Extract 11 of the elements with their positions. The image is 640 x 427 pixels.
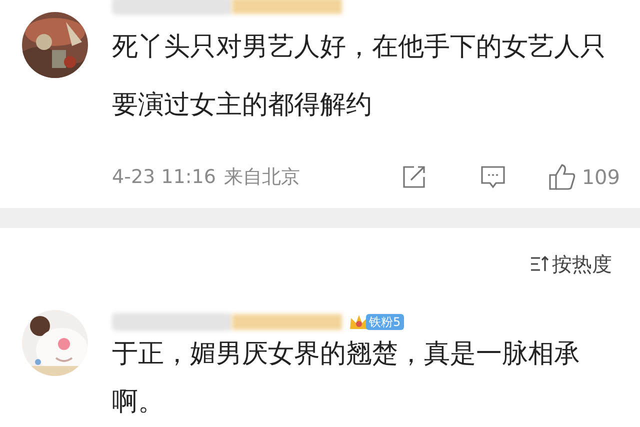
fan-badge: 铁粉5 — [366, 314, 404, 330]
comment-text: 于正，媚男厌女界的翘楚，真是一脉相承啊。 — [112, 338, 581, 419]
sort-button[interactable]: 按热度 — [530, 249, 612, 279]
share-icon[interactable] — [402, 165, 426, 189]
comment-icon[interactable] — [480, 164, 506, 190]
comment-text: 死丫头只对男艺人好，在他手下的女艺人只要演过女主的都得解约 — [112, 31, 607, 122]
thumbs-up-icon[interactable] — [548, 163, 576, 191]
sort-icon — [530, 255, 550, 273]
comment-location: 来自北京 — [224, 164, 300, 190]
comment-time: 4-23 11:16 — [112, 164, 216, 190]
like-count: 109 — [582, 164, 620, 191]
